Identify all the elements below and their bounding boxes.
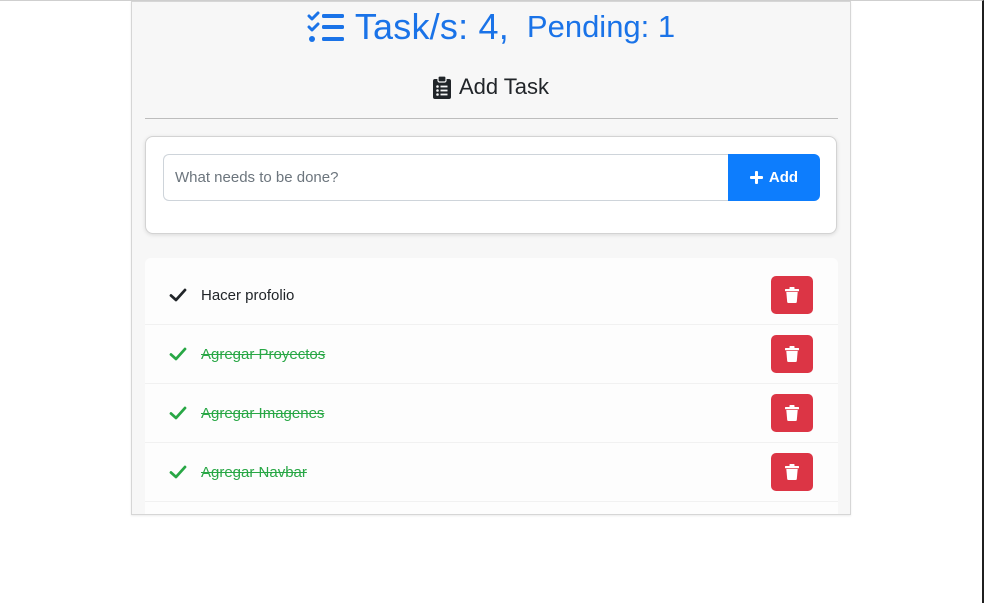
delete-button[interactable] bbox=[771, 276, 813, 314]
task-item[interactable]: Agregar Navbar bbox=[145, 443, 838, 502]
list-check-icon bbox=[307, 11, 344, 42]
check-icon bbox=[169, 406, 187, 420]
task-count: Task/s: 4, bbox=[354, 6, 509, 47]
check-icon bbox=[169, 347, 187, 361]
pending-count: Pending: 1 bbox=[526, 9, 676, 44]
task-text: Agregar Proyectos bbox=[201, 345, 326, 363]
delete-button[interactable] bbox=[771, 394, 813, 432]
clipboard-list-icon bbox=[432, 75, 451, 99]
add-button-label: Add bbox=[768, 169, 799, 186]
task-item[interactable]: Agregar Imagenes bbox=[145, 384, 838, 443]
trash-icon bbox=[785, 346, 799, 362]
todo-app-card: Task/s: 4, Pending: 1 Add Task Add bbox=[131, 1, 851, 515]
divider bbox=[145, 118, 838, 119]
add-task-heading: Add Task bbox=[132, 74, 850, 100]
task-item[interactable]: Agregar Proyectos bbox=[145, 325, 838, 384]
check-icon bbox=[169, 465, 187, 479]
delete-button[interactable] bbox=[771, 335, 813, 373]
task-text: Agregar Imagenes bbox=[201, 404, 325, 422]
trash-icon bbox=[785, 464, 799, 480]
delete-button[interactable] bbox=[771, 453, 813, 491]
trash-icon bbox=[785, 405, 799, 421]
task-text: Hacer profolio bbox=[201, 286, 295, 304]
add-button[interactable]: Add bbox=[728, 154, 820, 201]
task-input[interactable] bbox=[163, 154, 728, 201]
add-task-form: Add bbox=[145, 136, 837, 234]
task-text: Agregar Navbar bbox=[201, 463, 307, 481]
page-header: Task/s: 4, Pending: 1 bbox=[132, 6, 850, 48]
task-item[interactable]: Hacer profolio bbox=[145, 266, 838, 325]
trash-icon bbox=[785, 287, 799, 303]
section-title: Add Task bbox=[458, 74, 550, 99]
plus-icon bbox=[749, 171, 763, 184]
task-list: Hacer profolio Agregar Proyectos Agregar… bbox=[145, 258, 838, 514]
input-group: Add bbox=[163, 154, 820, 201]
check-icon bbox=[169, 288, 187, 302]
